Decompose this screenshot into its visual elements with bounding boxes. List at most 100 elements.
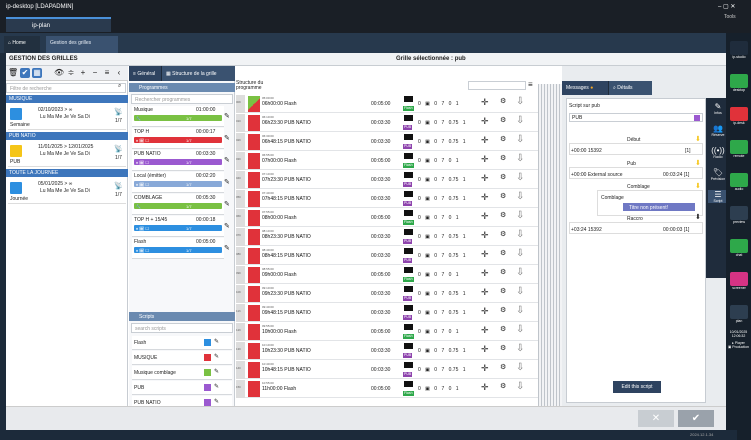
edit-script-button[interactable]: Edit this script (613, 381, 661, 393)
arrow-down-icon[interactable]: ⇩ (516, 343, 524, 354)
reserve-tool[interactable]: 👥 Réserve (708, 124, 728, 137)
arrow-down-icon[interactable]: ⇩ (516, 191, 524, 202)
settings-icon[interactable]: ⚙ (500, 325, 506, 333)
settings-icon[interactable]: ⚙ (500, 268, 506, 276)
tab-messages[interactable]: Messages ● (562, 81, 608, 95)
cancel-button[interactable]: ✕ (638, 410, 674, 427)
tab-ip-plan[interactable]: ip-plan (6, 17, 111, 32)
grid-row[interactable]: 08h 08:40:00 08h48:15 PUB NATIO 00:03:30 PUB… (236, 247, 538, 265)
rail-app-screener[interactable]: screener (729, 272, 749, 290)
minus-icon[interactable]: − (90, 68, 100, 78)
settings-icon[interactable]: ⚙ (500, 116, 506, 124)
scripts-search-input[interactable]: search scripts (131, 323, 233, 333)
arrow-down-icon[interactable]: ⇩ (516, 286, 524, 297)
settings-icon[interactable]: ⚙ (500, 287, 506, 295)
grid-row[interactable]: 15h 10:55:00 11h00:00 Flash 00:05:00 Flash 0 … (236, 380, 538, 398)
rail-app-desktop[interactable]: desktop (729, 74, 749, 92)
arrow-down-icon[interactable]: ⇩ (516, 267, 524, 278)
window-control-buttons[interactable]: – ▢ ✕ (718, 3, 735, 10)
move-icon[interactable]: ✛ (481, 135, 489, 146)
grid-row[interactable]: 03h 06:55:00 07h00:00 Flash 00:05:00 Flash 0 … (236, 152, 538, 170)
arrow-down-icon[interactable]: ⇩ (516, 324, 524, 335)
arrow-down-icon[interactable]: ⇩ (516, 115, 524, 126)
arrow-down-icon[interactable]: ⇩ (516, 305, 524, 316)
tools-menu[interactable]: Tools (724, 14, 736, 20)
settings-icon[interactable]: ⚙ (500, 192, 506, 200)
program-card[interactable]: Flash 00:05:00 ♦ 🗓 ☐ 1/7 (132, 238, 224, 259)
edit-icon[interactable]: ✎ (214, 383, 219, 390)
settings-icon[interactable]: ⚙ (500, 211, 506, 219)
grid-row[interactable]: 09h 08:55:00 09h00:00 Flash 00:05:00 Flash 0 … (236, 266, 538, 284)
edit-icon[interactable]: ✎ (214, 353, 219, 360)
script-row[interactable]: PUB ✎ (132, 381, 232, 395)
check-icon[interactable]: ✔ (20, 68, 30, 78)
grid-row[interactable]: 07h 08:10:00 08h23:30 PUB NATIO 00:03:30 PUB… (236, 228, 538, 246)
rail-app-ip-desk[interactable]: ip-desk (729, 107, 749, 125)
move-icon[interactable]: ✛ (481, 192, 489, 203)
move-icon[interactable]: ✛ (481, 116, 489, 127)
rail-app-ip-studio[interactable]: ip-studio (729, 41, 749, 59)
arrow-down-icon[interactable]: ⇩ (516, 134, 524, 145)
program-card[interactable]: PUB NATIO 00:03:30 ♦ 🗓 ☐ 1/7 (132, 150, 224, 171)
expand-icon[interactable]: ≑ (66, 68, 76, 78)
edit-icon[interactable]: ✎ (214, 398, 219, 405)
arrow-down-icon[interactable]: ⇩ (516, 153, 524, 164)
move-icon[interactable]: ✛ (481, 230, 489, 241)
menu-icon[interactable]: ≡ (102, 68, 112, 78)
grid-row[interactable]: 01h 06:10:00 06h23:30 PUB NATIO 00:03:30 PUB… (236, 114, 538, 132)
timeline-ruler[interactable] (538, 84, 562, 406)
script-select[interactable]: PUB (569, 113, 703, 122)
move-icon[interactable]: ✛ (481, 382, 489, 393)
schedule-item[interactable]: 02/10/2023 > ∞ Lu Ma Me Je Ve Sa Di Sema… (8, 104, 126, 130)
settings-icon[interactable]: ⚙ (500, 154, 506, 162)
add-icon[interactable]: + (78, 68, 88, 78)
rail-app-audio[interactable]: audio (729, 173, 749, 191)
rail-app-preview[interactable]: preview (729, 206, 749, 224)
tab-general[interactable]: ≡ Général (129, 66, 161, 81)
arrow-down-icon[interactable]: ⇩ (516, 229, 524, 240)
script-tool[interactable]: ☰ Script (708, 190, 728, 203)
schedule-item[interactable]: 11/01/2025 > 12/01/2025 Lu Ma Me Je Ve S… (8, 141, 126, 167)
gestion-tab[interactable]: Gestion des grilles (46, 36, 118, 53)
grid-row[interactable]: 10h 09:10:00 09h23:30 PUB NATIO 00:03:30 PUB… (236, 285, 538, 303)
settings-icon[interactable]: ⚙ (500, 382, 506, 390)
grid-row[interactable]: 13h 10:10:00 10h23:30 PUB NATIO 00:03:30 PUB… (236, 342, 538, 360)
script-row[interactable]: Musique comblage ✎ (132, 366, 232, 380)
grid-row[interactable]: 11h 09:40:00 09h48:15 PUB NATIO 00:03:30 PUB… (236, 304, 538, 322)
move-icon[interactable]: ✛ (481, 97, 489, 108)
settings-icon[interactable]: ⚙ (500, 230, 506, 238)
settings-icon[interactable]: ⚙ (500, 173, 506, 181)
radio-tool[interactable]: ((•)) Radio (708, 146, 728, 159)
move-icon[interactable]: ✛ (481, 268, 489, 279)
edit-icon[interactable]: ✎ (224, 112, 230, 120)
grid-filter-dropdown[interactable] (468, 81, 526, 90)
move-icon[interactable]: ✛ (481, 287, 489, 298)
program-card[interactable]: TOP H 00:00:17 ♦ 🗓 ☐ 1/7 (132, 128, 224, 149)
settings-icon[interactable]: ⚙ (500, 306, 506, 314)
move-icon[interactable]: ✛ (481, 154, 489, 165)
arrow-down-icon[interactable]: ⇩ (516, 381, 524, 392)
rail-link-production[interactable]: ▣ Production (726, 345, 751, 349)
script-row[interactable]: MUSIQUE ✎ (132, 351, 232, 365)
section-toute-la-journee[interactable]: TOUTE LA JOURNEE (6, 169, 128, 177)
edit-icon[interactable]: ✎ (224, 244, 230, 252)
edit-icon[interactable]: ✎ (224, 156, 230, 164)
grid-row[interactable]: 00h 05:00:00 06h00:00 Flash 00:05:00 Flash 0 … (236, 95, 538, 113)
settings-icon[interactable]: ⚙ (500, 344, 506, 352)
settings-icon[interactable]: ⚙ (500, 249, 506, 257)
move-icon[interactable]: ✛ (481, 173, 489, 184)
edit-icon[interactable]: ✎ (224, 222, 230, 230)
script-row[interactable]: Flash ✎ (132, 336, 232, 350)
program-card[interactable]: Local (émitter) 00:02:20 ♦ 🗓 ☐ 1/7 (132, 172, 224, 193)
checkbox-icon[interactable] (10, 182, 22, 194)
checkbox-icon[interactable] (10, 108, 22, 120)
move-icon[interactable]: ✛ (481, 344, 489, 355)
section-musique[interactable]: MUSIQUE (6, 95, 128, 103)
rail-app-plan[interactable]: plan (729, 305, 749, 323)
edit-icon[interactable]: ✎ (214, 338, 219, 345)
home-tab[interactable]: ⌂ Home (4, 36, 40, 53)
edit-icon[interactable]: ✎ (224, 200, 230, 208)
grid-row[interactable]: 04h 07:10:00 07h23:30 PUB NATIO 00:03:30 PUB… (236, 171, 538, 189)
settings-icon[interactable]: ⚙ (500, 363, 506, 371)
ok-button[interactable]: ✔ (678, 410, 714, 427)
